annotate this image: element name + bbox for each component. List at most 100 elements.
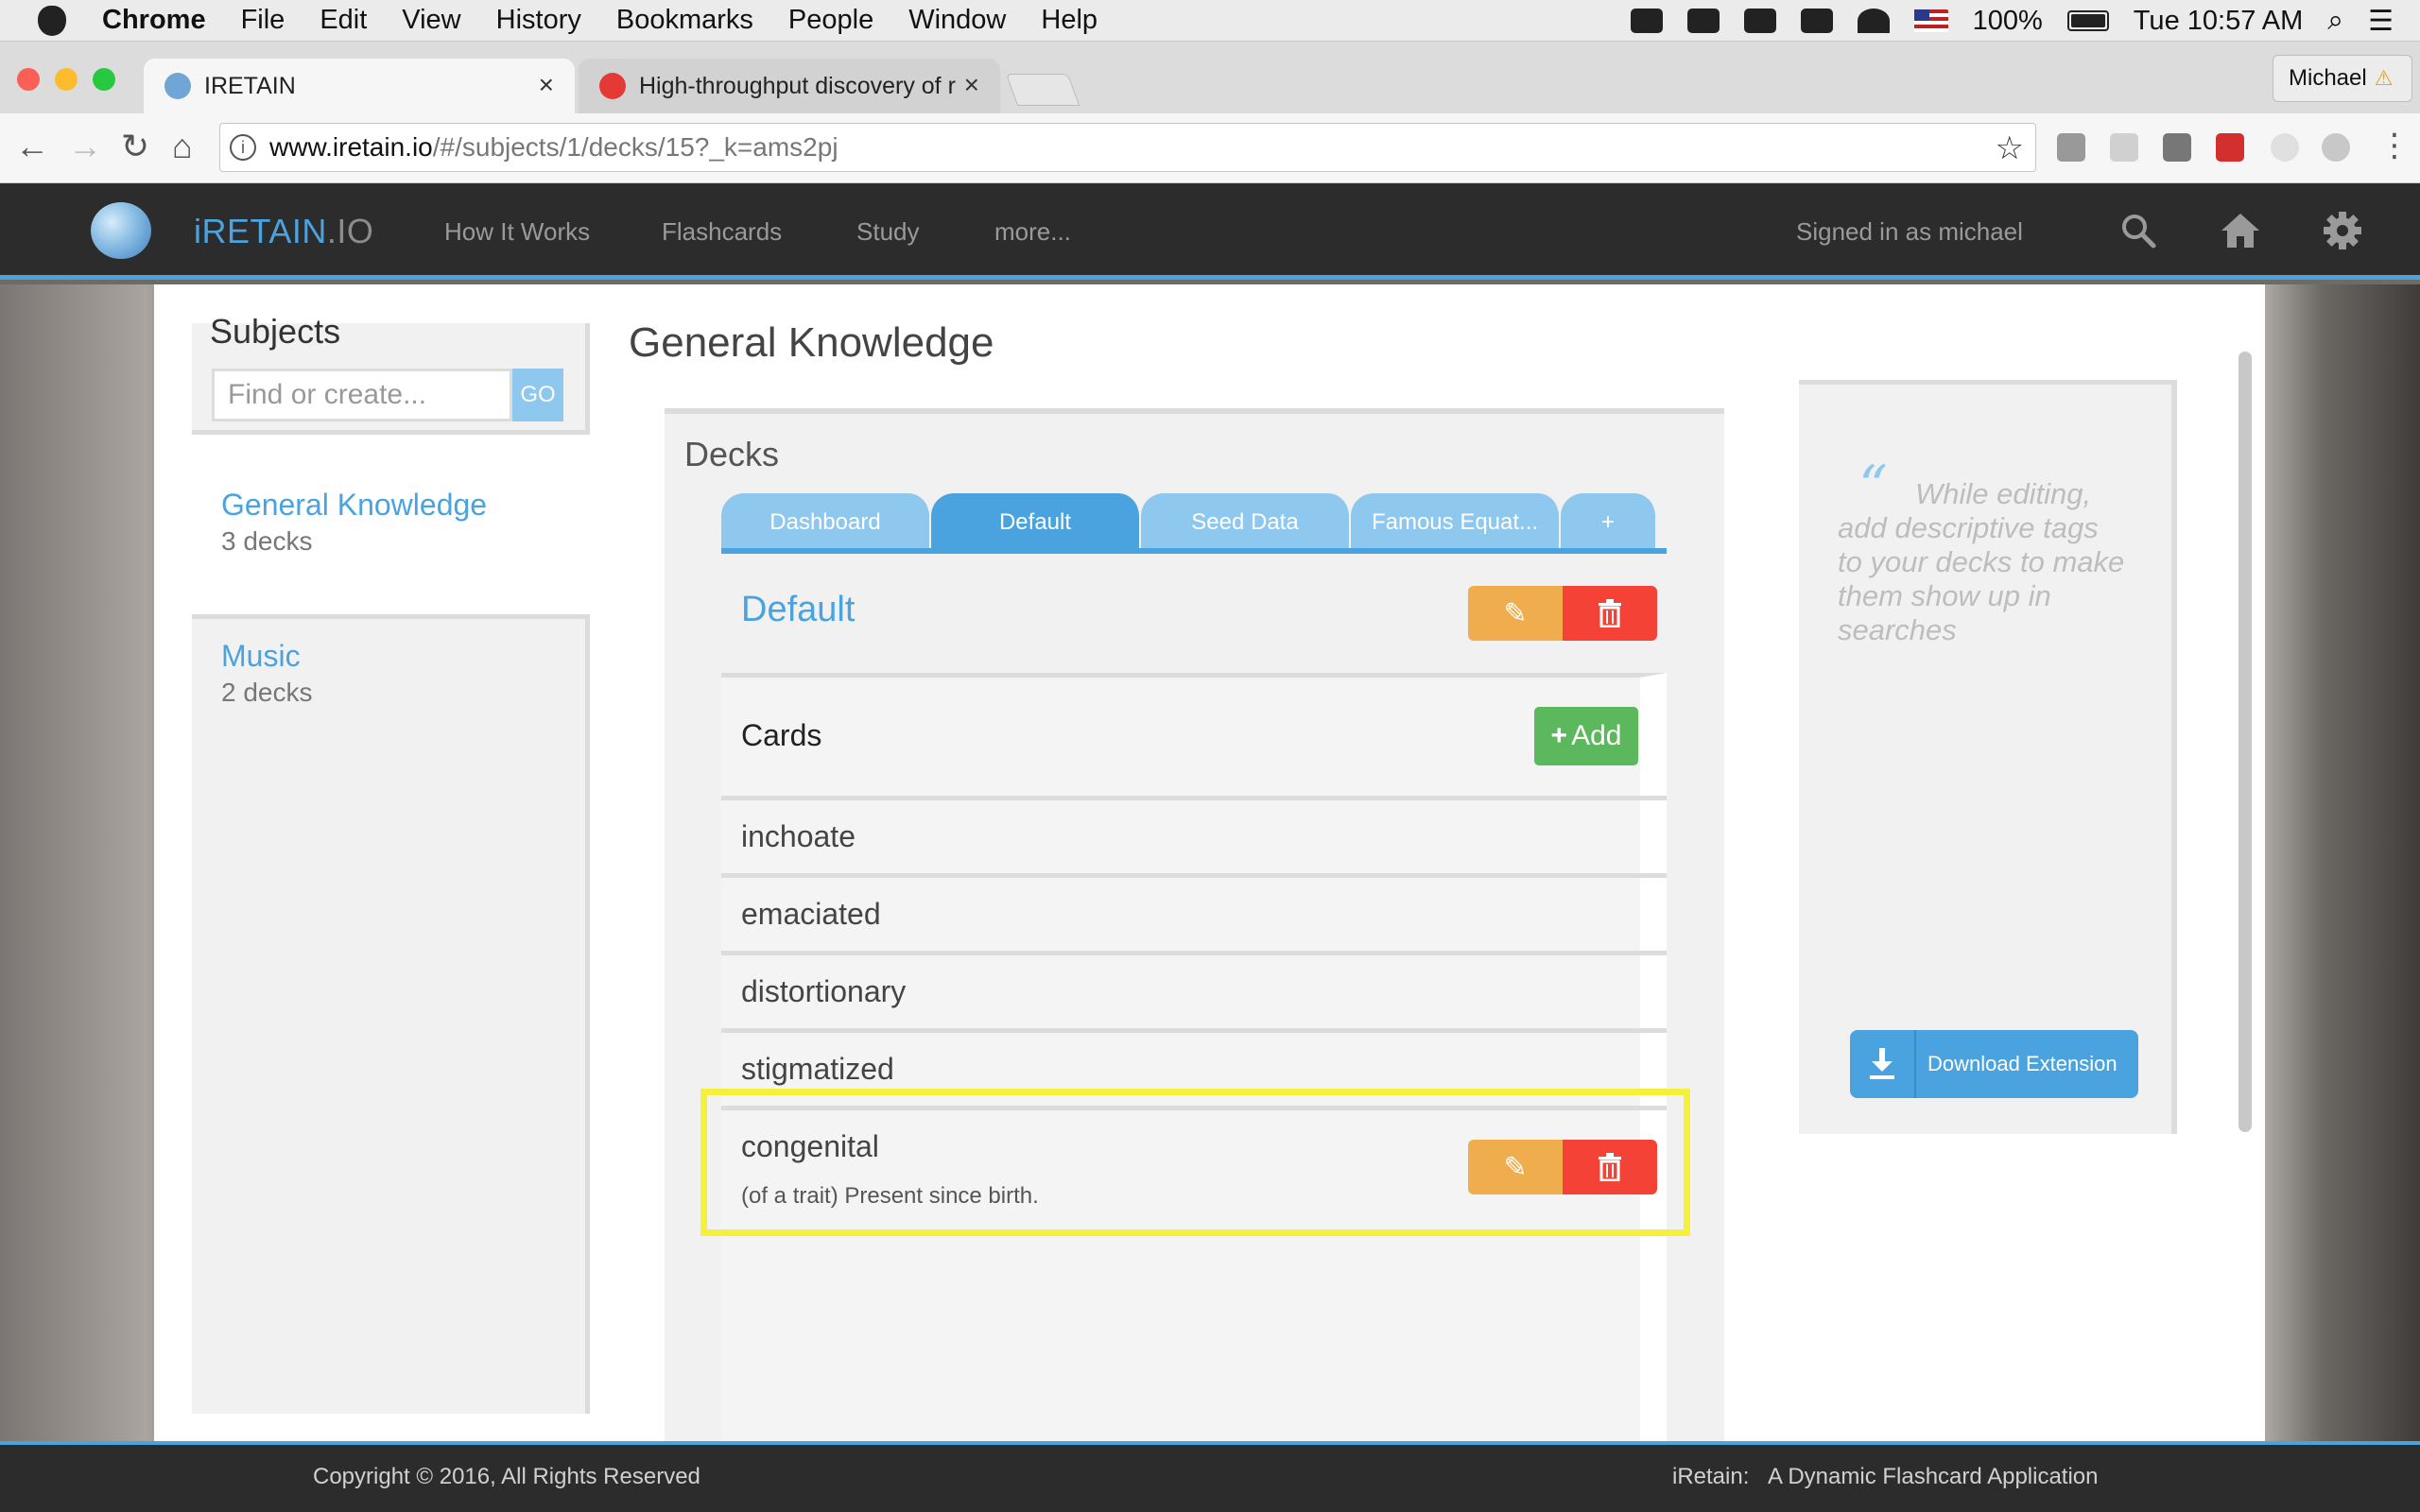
iretain-logo-icon[interactable] [91, 202, 151, 259]
subject-search-input[interactable]: Find or create... [212, 369, 512, 421]
notification-center-icon[interactable]: ☰ [2368, 5, 2394, 38]
nav-more[interactable]: more... [994, 217, 1071, 247]
extension-icon[interactable] [2110, 133, 2138, 162]
menu-window[interactable]: Window [908, 5, 1006, 36]
iretain-favicon-icon [164, 73, 191, 99]
delete-deck-button[interactable] [1563, 586, 1657, 641]
deck-actions: ✎ [1468, 586, 1657, 641]
subject-link[interactable]: Music [221, 639, 313, 674]
cards-heading: Cards [741, 718, 822, 752]
card-row[interactable]: emaciated [721, 873, 1667, 951]
minimize-window-icon[interactable] [55, 68, 78, 91]
nav-study[interactable]: Study [856, 217, 920, 247]
nav-how-it-works[interactable]: How It Works [444, 217, 590, 247]
add-label: Add [1571, 720, 1622, 751]
menu-help[interactable]: Help [1041, 5, 1098, 36]
close-tab-icon[interactable]: × [539, 70, 554, 100]
wifi-icon[interactable] [1857, 9, 1890, 33]
highlight-box [700, 1089, 1690, 1236]
back-arrow-icon[interactable]: ← [15, 127, 49, 166]
pencil-icon: ✎ [1503, 597, 1528, 629]
decks-heading: Decks [684, 435, 780, 473]
search-icon[interactable] [2118, 210, 2159, 251]
add-card-button[interactable]: + Add [1534, 707, 1638, 765]
brand-link[interactable]: iRETAIN.IO [194, 212, 373, 251]
mac-menu-bar: Chrome File Edit View History Bookmarks … [0, 0, 2420, 42]
bookmark-star-icon[interactable]: ☆ [1996, 129, 2024, 167]
airplay-icon[interactable] [1800, 9, 1833, 33]
new-tab-button[interactable] [1005, 74, 1080, 106]
extension-icon[interactable] [2163, 133, 2191, 162]
edit-deck-button[interactable]: ✎ [1468, 586, 1563, 641]
menu-people[interactable]: People [788, 5, 873, 36]
battery-icon[interactable] [2066, 10, 2109, 31]
apple-icon[interactable] [38, 5, 66, 36]
card-term: emaciated [741, 897, 881, 931]
menu-view[interactable]: View [402, 5, 460, 36]
footer-app-name: iRetain: [1672, 1464, 1750, 1489]
browser-tab-paper[interactable]: High-throughput discovery of r × [579, 59, 1000, 113]
menu-clock[interactable]: Tue 10:57 AM [2134, 6, 2303, 37]
forward-arrow-icon[interactable]: → [68, 127, 102, 166]
close-tab-icon[interactable]: × [964, 70, 979, 100]
menu-bookmarks[interactable]: Bookmarks [616, 5, 753, 36]
paper-favicon-icon [599, 73, 626, 99]
brand-suffix: .IO [326, 212, 374, 250]
tab-default[interactable]: Default [931, 493, 1141, 552]
menu-edit[interactable]: Edit [320, 5, 367, 36]
subject-link[interactable]: General Knowledge [221, 488, 487, 523]
nav-flashcards[interactable]: Flashcards [662, 217, 782, 247]
deck-title: Default [741, 590, 856, 629]
iretain-extension-icon[interactable] [2322, 133, 2350, 162]
subject-deck-count: 2 decks [221, 678, 313, 707]
scrollbar[interactable] [2238, 352, 2252, 1132]
card-term: inchoate [741, 819, 856, 853]
tab-famous-equations[interactable]: Famous Equat... [1351, 493, 1561, 552]
url-path: /#/subjects/1/decks/15?_k=ams2pj [432, 132, 838, 162]
menu-app-chrome[interactable]: Chrome [102, 5, 206, 36]
go-button[interactable]: GO [512, 369, 563, 421]
brand-main: iRETAIN [194, 212, 327, 250]
card-row[interactable]: inchoate [721, 796, 1667, 873]
spotlight-icon[interactable]: ⌕ [2327, 5, 2343, 37]
reload-icon[interactable]: ↻ [121, 127, 149, 166]
tab-underline [721, 548, 1667, 554]
address-bar[interactable]: i www.iretain.io/#/subjects/1/decks/15?_… [219, 123, 2036, 172]
tab-seed-data[interactable]: Seed Data [1141, 493, 1351, 552]
browser-tab-iretain[interactable]: IRETAIN × [144, 59, 575, 113]
add-deck-tab[interactable]: + [1561, 493, 1657, 552]
extension-icon[interactable] [2271, 133, 2299, 162]
card-term: stigmatized [741, 1052, 894, 1086]
card-row[interactable]: distortionary [721, 951, 1667, 1028]
subject-item-general-knowledge[interactable]: General Knowledge 3 decks [221, 488, 487, 557]
dropbox-icon[interactable] [1686, 9, 1720, 33]
youtube-extension-icon[interactable] [2216, 133, 2244, 162]
extension-icon[interactable] [2057, 133, 2085, 162]
home-icon[interactable] [2220, 210, 2261, 251]
close-window-icon[interactable] [17, 68, 40, 91]
profile-button[interactable]: Michael ⚠ [2273, 55, 2412, 102]
menu-file[interactable]: File [241, 5, 285, 36]
copyright-text: Copyright © 2016, All Rights Reserved [313, 1464, 700, 1489]
subject-item-music[interactable]: Music 2 decks [221, 639, 313, 708]
adobe-icon[interactable] [1743, 9, 1776, 33]
footer: Copyright © 2016, All Rights Reserved iR… [0, 1441, 2420, 1512]
evernote-icon[interactable] [1630, 9, 1663, 33]
info-icon[interactable]: i [230, 134, 256, 161]
subjects-heading: Subjects [210, 312, 341, 351]
download-label: Download Extension [1927, 1052, 2118, 1075]
gear-icon[interactable] [2322, 210, 2363, 251]
download-icon [1850, 1030, 1916, 1098]
input-source-flag-icon[interactable] [1913, 9, 1948, 32]
menu-history[interactable]: History [496, 5, 581, 36]
home-icon[interactable]: ⌂ [172, 127, 193, 166]
chrome-menu-icon[interactable]: ⋮ [2378, 127, 2411, 164]
search-placeholder: Find or create... [228, 379, 427, 410]
footer-tagline: A Dynamic Flashcard Application [1768, 1464, 2099, 1489]
zoom-window-icon[interactable] [93, 68, 115, 91]
tab-dashboard[interactable]: Dashboard [721, 493, 931, 552]
download-extension-button[interactable]: Download Extension [1850, 1030, 2138, 1098]
battery-percent: 100% [1972, 5, 2043, 36]
profile-name: Michael [2289, 65, 2367, 91]
tab-title: High-throughput discovery of r [639, 72, 956, 99]
